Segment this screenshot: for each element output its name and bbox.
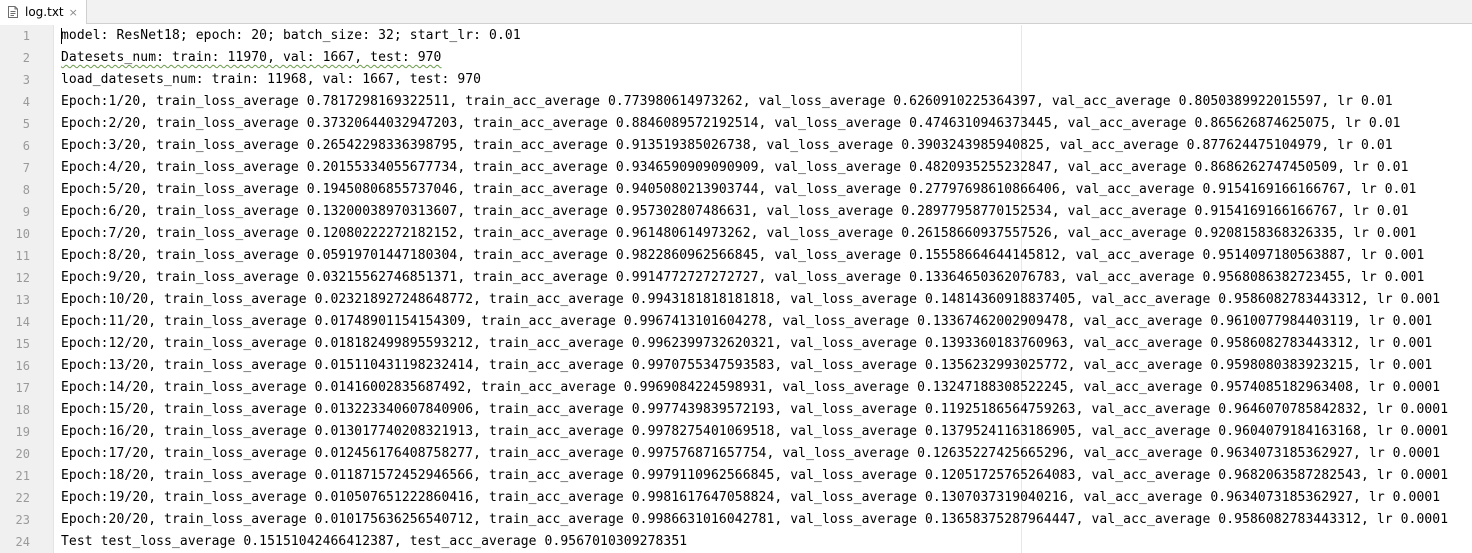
- editor-line[interactable]: 9 Epoch:6/20, train_loss_average 0.132000…: [0, 201, 1472, 223]
- line-text: Epoch:7/20, train_loss_average 0.1208022…: [61, 226, 1417, 241]
- line-number: 22: [15, 491, 30, 505]
- line-number: 23: [15, 513, 30, 527]
- editor-line[interactable]: 11 Epoch:8/20, train_loss_average 0.05919…: [0, 245, 1472, 267]
- line-number: 9: [22, 205, 30, 219]
- line-text: Epoch:17/20, train_loss_average 0.012456…: [61, 446, 1441, 461]
- line-number: 10: [15, 227, 30, 241]
- line-text: Epoch:14/20, train_loss_average 0.014160…: [61, 380, 1441, 395]
- editor-line[interactable]: 12 Epoch:9/20, train_loss_average 0.03215…: [0, 267, 1472, 289]
- line-text: Epoch:9/20, train_loss_average 0.0321556…: [61, 270, 1425, 285]
- line-text: Epoch:15/20, train_loss_average 0.013223…: [61, 402, 1449, 417]
- line-text: load_datesets_num: train: 11968, val: 16…: [61, 72, 482, 87]
- editor-line[interactable]: 19 Epoch:16/20, train_loss_average 0.0130…: [0, 421, 1472, 443]
- editor-line[interactable]: 4 Epoch:1/20, train_loss_average 0.781729…: [0, 91, 1472, 113]
- editor-line[interactable]: 7 Epoch:4/20, train_loss_average 0.201553…: [0, 157, 1472, 179]
- line-number: 17: [15, 381, 30, 395]
- line-text: Epoch:4/20, train_loss_average 0.2015533…: [61, 160, 1409, 175]
- line-number: 3: [22, 73, 30, 87]
- line-number: 8: [22, 183, 30, 197]
- line-text: Epoch:18/20, train_loss_average 0.011871…: [61, 468, 1449, 483]
- line-number: 18: [15, 403, 30, 417]
- line-text: Epoch:19/20, train_loss_average 0.010507…: [61, 490, 1441, 505]
- editor-line[interactable]: 16 Epoch:13/20, train_loss_average 0.0151…: [0, 355, 1472, 377]
- line-number: 11: [15, 249, 30, 263]
- editor-line[interactable]: 13 Epoch:10/20, train_loss_average 0.0232…: [0, 289, 1472, 311]
- line-number: 21: [15, 469, 30, 483]
- line-text: Epoch:20/20, train_loss_average 0.010175…: [61, 512, 1449, 527]
- line-number: 6: [22, 139, 30, 153]
- line-text: Epoch:16/20, train_loss_average 0.013017…: [61, 424, 1449, 439]
- line-text: Datesets_num: train: 11970, val: 1667, t…: [61, 50, 442, 65]
- editor-line[interactable]: 24 Test test_loss_average 0.1515104246641…: [0, 531, 1472, 553]
- editor-line[interactable]: 3 load_datesets_num: train: 11968, val: 1…: [0, 69, 1472, 91]
- line-text: Epoch:2/20, train_loss_average 0.3732064…: [61, 116, 1401, 131]
- text-editor[interactable]: 1 model: ResNet18; epoch: 20; batch_size:…: [0, 25, 1472, 553]
- line-text: Epoch:11/20, train_loss_average 0.017489…: [61, 314, 1433, 329]
- editor-line[interactable]: 22 Epoch:19/20, train_loss_average 0.0105…: [0, 487, 1472, 509]
- text-file-icon: [6, 5, 20, 19]
- line-number: 24: [15, 535, 30, 549]
- line-text: Epoch:6/20, train_loss_average 0.1320003…: [61, 204, 1409, 219]
- line-text: Epoch:12/20, train_loss_average 0.018182…: [61, 336, 1433, 351]
- editor-line[interactable]: 2 Datesets_num: train: 11970, val: 1667, …: [0, 47, 1472, 69]
- editor-line[interactable]: 1 model: ResNet18; epoch: 20; batch_size:…: [0, 25, 1472, 47]
- line-number: 12: [15, 271, 30, 285]
- line-number: 1: [22, 29, 30, 43]
- line-text: Test test_loss_average 0.151510424664123…: [61, 534, 688, 549]
- line-number: 16: [15, 359, 30, 373]
- tab-log-txt[interactable]: log.txt ×: [0, 0, 87, 25]
- editor-lines: 1 model: ResNet18; epoch: 20; batch_size:…: [0, 25, 1472, 553]
- line-number: 2: [22, 51, 30, 65]
- line-number: 13: [15, 293, 30, 307]
- editor-line[interactable]: 15 Epoch:12/20, train_loss_average 0.0181…: [0, 333, 1472, 355]
- line-number: 15: [15, 337, 30, 351]
- tab-close-icon[interactable]: ×: [69, 6, 78, 19]
- line-number: 20: [15, 447, 30, 461]
- line-text: model: ResNet18; epoch: 20; batch_size: …: [61, 28, 521, 43]
- line-text: Epoch:5/20, train_loss_average 0.1945080…: [61, 182, 1417, 197]
- line-number: 14: [15, 315, 30, 329]
- editor-line[interactable]: 14 Epoch:11/20, train_loss_average 0.0174…: [0, 311, 1472, 333]
- line-number: 19: [15, 425, 30, 439]
- line-text: Epoch:10/20, train_loss_average 0.023218…: [61, 292, 1441, 307]
- line-number: 4: [22, 95, 30, 109]
- editor-line[interactable]: 23 Epoch:20/20, train_loss_average 0.0101…: [0, 509, 1472, 531]
- editor-line[interactable]: 17 Epoch:14/20, train_loss_average 0.0141…: [0, 377, 1472, 399]
- line-text: Epoch:3/20, train_loss_average 0.2654229…: [61, 138, 1393, 153]
- line-text: Epoch:8/20, train_loss_average 0.0591970…: [61, 248, 1425, 263]
- editor-line[interactable]: 6 Epoch:3/20, train_loss_average 0.265422…: [0, 135, 1472, 157]
- editor-tab-bar: log.txt ×: [0, 0, 1472, 25]
- editor-line[interactable]: 21 Epoch:18/20, train_loss_average 0.0118…: [0, 465, 1472, 487]
- editor-line[interactable]: 10 Epoch:7/20, train_loss_average 0.12080…: [0, 223, 1472, 245]
- line-number: 5: [22, 117, 30, 131]
- line-number: 7: [22, 161, 30, 175]
- editor-line[interactable]: 8 Epoch:5/20, train_loss_average 0.194508…: [0, 179, 1472, 201]
- editor-line[interactable]: 20 Epoch:17/20, train_loss_average 0.0124…: [0, 443, 1472, 465]
- tab-label: log.txt: [25, 5, 64, 19]
- editor-line[interactable]: 18 Epoch:15/20, train_loss_average 0.0132…: [0, 399, 1472, 421]
- editor-line[interactable]: 5 Epoch:2/20, train_loss_average 0.373206…: [0, 113, 1472, 135]
- line-text: Epoch:13/20, train_loss_average 0.015110…: [61, 358, 1433, 373]
- line-text: Epoch:1/20, train_loss_average 0.7817298…: [61, 94, 1393, 109]
